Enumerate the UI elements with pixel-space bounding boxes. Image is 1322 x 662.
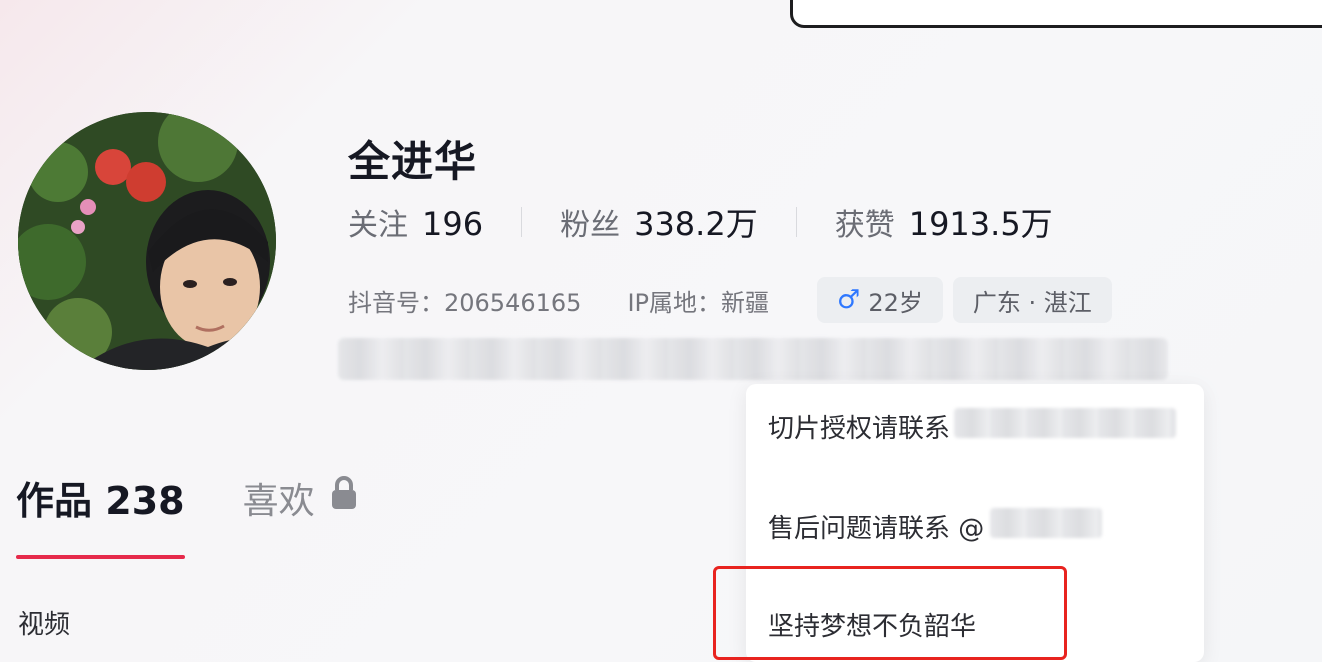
male-icon: ♂	[837, 285, 861, 315]
stat-likes-value: 1913.5万	[908, 205, 1053, 243]
stat-following-value: 196	[422, 205, 484, 243]
age-text: 22岁	[868, 288, 923, 317]
stat-divider	[521, 207, 523, 237]
stat-following-label: 关注	[348, 208, 408, 243]
profile-tabs: 作品 238 喜欢	[16, 470, 359, 559]
stat-followers-value: 338.2万	[634, 205, 758, 243]
stat-likes: 获赞 1913.5万	[835, 199, 1053, 245]
dropdown-item-text: 售后问题请联系 @	[768, 514, 985, 544]
dropdown-item-text: 切片授权请联系	[768, 414, 951, 444]
tab-works-label: 作品	[16, 479, 93, 523]
subtab-video[interactable]: 视频	[18, 604, 70, 641]
stat-following[interactable]: 关注 196	[348, 200, 483, 244]
ip-location: IP属地：新疆	[627, 288, 769, 317]
profile-name: 全进华	[348, 137, 478, 186]
tab-likes-label: 喜欢	[242, 480, 315, 522]
bio-blurred	[338, 338, 1168, 380]
profile-stats: 关注 196 粉丝 338.2万 获赞 1913.5万	[348, 200, 1053, 244]
stat-followers[interactable]: 粉丝 338.2万	[560, 199, 758, 245]
dropdown-item: 售后问题请联系 @	[768, 508, 984, 545]
avatar-image	[18, 112, 276, 370]
tab-works[interactable]: 作品 238	[16, 470, 185, 559]
top-search-box[interactable]	[790, 0, 1322, 28]
profile-meta: 抖音号：206546165 IP属地：新疆 ♂ 22岁 广东 · 湛江	[348, 276, 1122, 324]
douyin-id: 抖音号：206546165	[348, 288, 582, 317]
highlight-box	[713, 566, 1067, 660]
region-text: 广东 · 湛江	[972, 288, 1092, 317]
tab-works-count: 238	[105, 479, 185, 523]
avatar[interactable]	[18, 112, 276, 370]
region-pill: 广东 · 湛江	[952, 277, 1112, 323]
tab-likes[interactable]: 喜欢	[243, 472, 359, 558]
stat-followers-label: 粉丝	[560, 208, 621, 243]
stat-divider	[795, 207, 797, 237]
redacted-text	[990, 508, 1102, 538]
stat-likes-label: 获赞	[834, 208, 895, 243]
age-pill: ♂ 22岁	[817, 277, 943, 323]
dropdown-item: 切片授权请联系	[768, 408, 950, 445]
redacted-text	[954, 408, 1176, 438]
lock-icon	[329, 475, 359, 520]
